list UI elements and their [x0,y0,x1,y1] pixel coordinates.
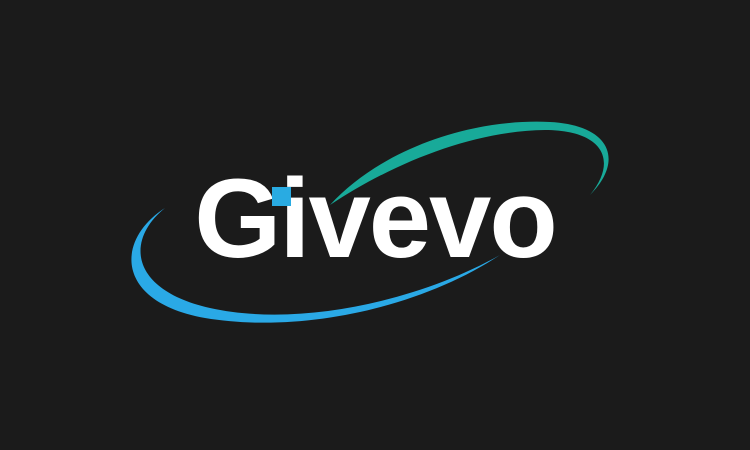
givevo-logo: Givevo [131,121,609,323]
accent-square [272,187,291,206]
wordmark-text: Givevo [194,156,556,281]
logo-canvas: Givevo [0,0,750,450]
